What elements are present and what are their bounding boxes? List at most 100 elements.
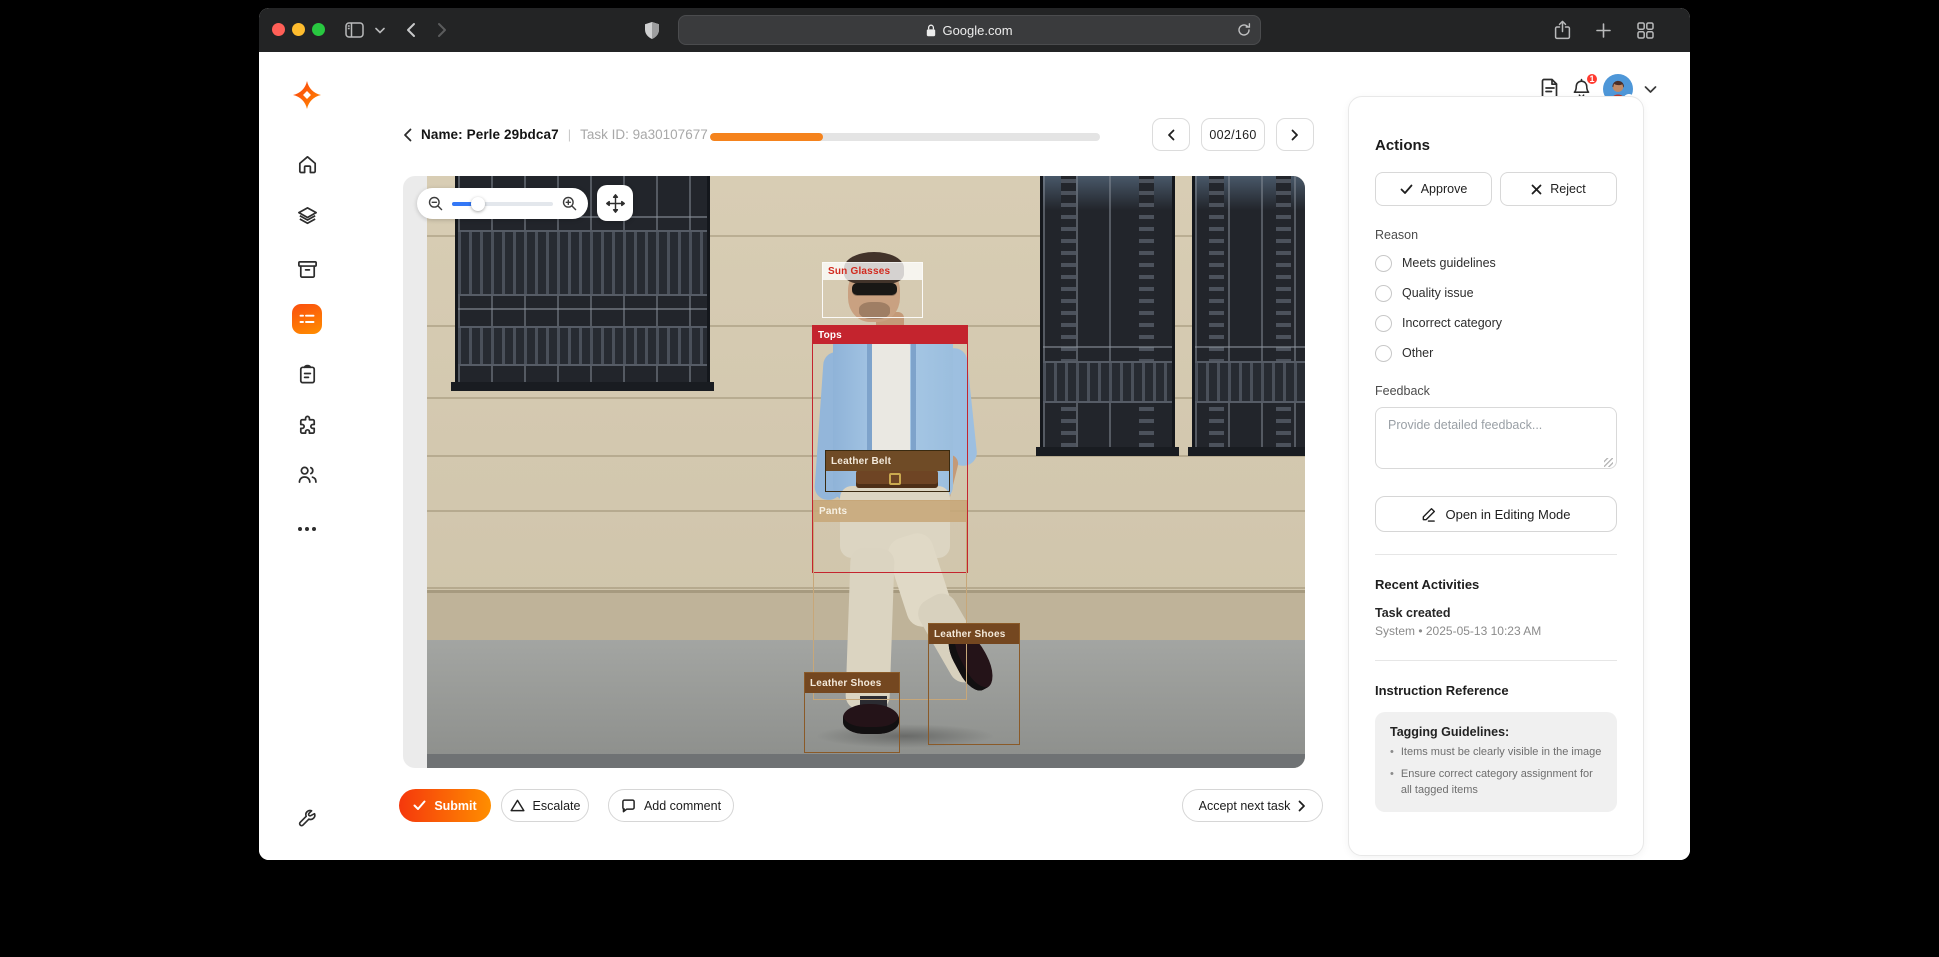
annotation-box[interactable]: Leather Belt — [825, 450, 950, 492]
zoom-window-button[interactable] — [312, 23, 325, 36]
open-editing-mode-button[interactable]: Open in Editing Mode — [1375, 496, 1617, 532]
annotation-label: Leather Shoes — [805, 673, 899, 693]
sidebar-item-tasks[interactable] — [292, 304, 322, 334]
sidebar-item-layers[interactable] — [292, 201, 322, 231]
zoom-in-icon[interactable] — [562, 196, 577, 211]
prev-task-button[interactable] — [1152, 118, 1190, 151]
reload-icon[interactable] — [1237, 22, 1251, 38]
recent-activities-title: Recent Activities — [1375, 577, 1480, 592]
divider — [1375, 660, 1617, 661]
guidelines-card: Tagging Guidelines: • Items must be clea… — [1375, 712, 1617, 812]
activity-title: Task created — [1375, 606, 1451, 620]
app-shell: 1 Name: Perle 29bdca7 | Task ID: 9a30107… — [259, 52, 1690, 860]
feedback-textarea[interactable] — [1375, 407, 1617, 469]
actions-panel: Actions Approve Reject Reason Meets guid… — [1348, 96, 1644, 856]
guideline-item: • Items must be clearly visible in the i… — [1390, 745, 1602, 761]
approve-button[interactable]: Approve — [1375, 172, 1492, 206]
annotation-box[interactable]: Leather Shoes — [804, 672, 900, 753]
reason-option-label: Meets guidelines — [1402, 256, 1496, 270]
zoom-slider-thumb[interactable] — [471, 196, 486, 211]
sidebar-item-home[interactable] — [292, 149, 322, 179]
task-id: Task ID: 9a30107677 — [580, 127, 708, 142]
task-pager: 002/160 — [1152, 118, 1314, 151]
annotation-label: Leather Belt — [826, 451, 949, 471]
guideline-item: • Ensure correct category assignment for… — [1390, 767, 1602, 799]
url-text: Google.com — [942, 22, 1013, 38]
reason-option[interactable]: Meets guidelines — [1375, 254, 1617, 272]
header-divider: | — [567, 127, 572, 142]
task-progress-bar — [710, 133, 1100, 141]
reason-option[interactable]: Incorrect category — [1375, 314, 1617, 332]
task-name: Name: Perle 29bdca7 — [421, 127, 559, 142]
sidebar-item-archive[interactable] — [292, 254, 322, 284]
reason-option-label: Incorrect category — [1402, 316, 1503, 330]
radio-icon[interactable] — [1375, 254, 1392, 272]
progress-fill — [710, 133, 824, 141]
share-icon[interactable] — [1554, 8, 1571, 52]
reason-option-label: Other — [1402, 346, 1434, 360]
annotation-label: Tops — [813, 326, 967, 344]
sidebar-toggle-icon[interactable] — [345, 8, 364, 52]
notification-count-badge: 1 — [1585, 71, 1599, 86]
actions-title: Actions — [1375, 137, 1431, 154]
move-icon — [605, 193, 625, 213]
reject-label: Reject — [1550, 182, 1586, 196]
new-tab-icon[interactable] — [1596, 8, 1611, 52]
activity-meta: System • 2025-05-13 10:23 AM — [1375, 624, 1542, 638]
sidebar-item-more[interactable] — [292, 514, 322, 544]
add-comment-label: Add comment — [643, 798, 722, 813]
reason-option[interactable]: Other — [1375, 344, 1617, 362]
resize-grip-icon[interactable] — [1604, 458, 1613, 467]
bullet-dot: • — [1390, 767, 1394, 780]
open-editing-label: Open in Editing Mode — [1445, 506, 1571, 522]
next-task-button[interactable] — [1276, 118, 1314, 151]
sidebar-item-users[interactable] — [292, 459, 322, 489]
accept-next-task-button[interactable]: Accept next task — [1182, 789, 1323, 822]
zoom-out-icon[interactable] — [428, 196, 443, 211]
browser-chrome: Google.com — [259, 8, 1690, 52]
approve-label: Approve — [1420, 182, 1468, 196]
sidebar — [259, 52, 360, 860]
annotation-label: Sun Glasses — [823, 263, 922, 280]
zoom-slider[interactable] — [452, 196, 553, 211]
reject-button[interactable]: Reject — [1500, 172, 1617, 206]
minimize-window-button[interactable] — [292, 23, 305, 36]
instruction-reference-title: Instruction Reference — [1375, 683, 1509, 698]
add-comment-button[interactable]: Add comment — [608, 789, 734, 822]
sidebar-item-clipboard[interactable] — [292, 359, 322, 389]
feedback-label: Feedback — [1375, 384, 1430, 398]
annotation-box[interactable]: Sun Glasses — [822, 262, 923, 318]
radio-icon[interactable] — [1375, 344, 1392, 362]
sidebar-item-puzzle[interactable] — [292, 410, 322, 440]
forward-icon[interactable] — [437, 8, 448, 52]
annotation-label: Leather Shoes — [929, 624, 1019, 644]
lock-icon — [927, 24, 936, 36]
account-chevron-down-icon[interactable] — [1644, 85, 1657, 94]
pencil-icon — [1423, 507, 1436, 522]
pan-tool-button[interactable] — [597, 185, 633, 221]
back-chevron-icon[interactable] — [403, 128, 412, 142]
close-window-button[interactable] — [272, 23, 285, 36]
chevron-down-icon[interactable] — [375, 8, 385, 52]
radio-icon[interactable] — [1375, 314, 1392, 332]
comment-icon — [622, 798, 635, 812]
zoom-toolbar — [417, 188, 588, 219]
annotation-box[interactable]: Leather Shoes — [928, 623, 1020, 745]
submit-button[interactable]: Submit — [399, 789, 491, 822]
privacy-shield-icon[interactable] — [644, 8, 660, 52]
escalate-button[interactable]: Escalate — [501, 789, 589, 822]
escalate-label: Escalate — [532, 798, 581, 813]
tab-overview-icon[interactable] — [1637, 8, 1654, 52]
reason-option[interactable]: Quality issue — [1375, 284, 1617, 302]
bullet-dot: • — [1390, 746, 1394, 758]
radio-icon[interactable] — [1375, 284, 1392, 302]
sidebar-item-settings-wrench[interactable] — [292, 804, 322, 834]
check-icon — [1400, 184, 1413, 194]
annotation-stage: Sun Glasses Tops Leather Belt Pants Leather … — [403, 176, 1305, 768]
reason-label: Reason — [1375, 228, 1419, 242]
main-area: 1 Name: Perle 29bdca7 | Task ID: 9a30107… — [360, 52, 1690, 860]
app-logo — [292, 80, 322, 110]
url-bar[interactable]: Google.com — [678, 15, 1261, 45]
back-icon[interactable] — [405, 8, 416, 52]
x-icon — [1531, 184, 1542, 194]
